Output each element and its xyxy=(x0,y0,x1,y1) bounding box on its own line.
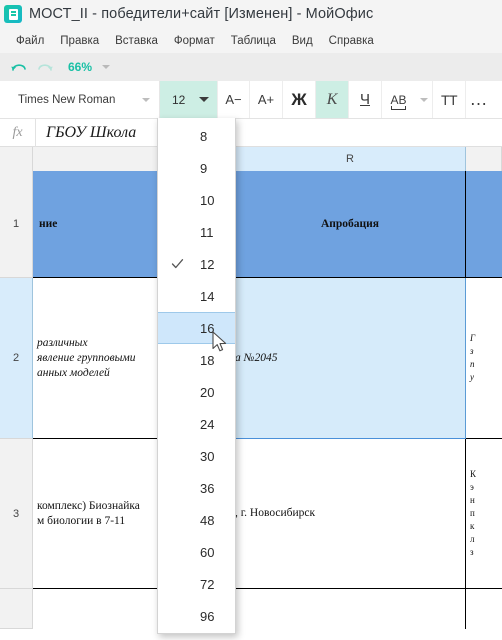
checkmark-icon xyxy=(171,258,184,271)
font-name-select[interactable]: Times New Roman xyxy=(0,81,160,118)
function-icon[interactable]: fx xyxy=(0,118,36,147)
italic-button[interactable]: К xyxy=(316,81,349,118)
cell-r3[interactable]: , г. Новосибирск xyxy=(235,439,466,589)
menu-table[interactable]: Таблица xyxy=(223,32,284,50)
font-size-option-label: 60 xyxy=(200,544,215,560)
font-size-option-11[interactable]: 11 xyxy=(158,216,235,248)
font-size-select[interactable]: 12 xyxy=(160,81,217,118)
caret-down-icon xyxy=(199,97,209,102)
formula-input[interactable]: ГБОУ Школа xyxy=(36,124,136,142)
font-size-option-14[interactable]: 14 xyxy=(158,280,235,312)
column-header-s[interactable] xyxy=(466,147,502,171)
cell-r2[interactable]: а №2045 xyxy=(235,278,466,439)
font-size-option-label: 12 xyxy=(200,256,215,272)
menu-file[interactable]: Файл xyxy=(8,32,52,50)
ellipsis-icon: … xyxy=(469,88,489,109)
font-size-option-label: 24 xyxy=(200,416,215,432)
font-name-label: Times New Roman xyxy=(18,93,116,106)
increase-font-size-button[interactable]: A+ xyxy=(250,81,283,118)
font-size-option-8[interactable]: 8 xyxy=(158,120,235,152)
cell-r1[interactable]: Апробация xyxy=(235,171,466,278)
spreadsheet-grid[interactable]: R 1 ние Апробация 2 различных явление гр… xyxy=(0,147,502,640)
row-header-2[interactable]: 2 xyxy=(0,278,33,439)
table-row: 3 комплекс) Биознайка м биологии в 7-11 … xyxy=(0,439,502,589)
bold-button[interactable]: Ж xyxy=(283,81,316,118)
cell-s1[interactable] xyxy=(466,171,502,278)
font-size-option-label: 9 xyxy=(200,160,208,176)
borders-button[interactable]: АВ xyxy=(382,81,415,118)
font-size-option-label: 10 xyxy=(200,192,215,208)
row-header-3[interactable]: 3 xyxy=(0,439,33,589)
menu-bar: Файл Правка Вставка Формат Таблица Вид С… xyxy=(0,28,502,53)
font-size-option-label: 8 xyxy=(200,128,208,144)
cell-r4[interactable] xyxy=(235,589,466,629)
myoffice-spreadsheet-icon xyxy=(4,5,22,23)
font-size-option-label: 72 xyxy=(200,576,215,592)
underline-button[interactable]: Ч xyxy=(349,81,382,118)
chevron-down-icon xyxy=(142,97,150,102)
menu-edit[interactable]: Правка xyxy=(52,32,107,50)
font-size-value: 12 xyxy=(172,92,186,107)
font-size-option-60[interactable]: 60 xyxy=(158,536,235,568)
font-size-option-20[interactable]: 20 xyxy=(158,376,235,408)
bold-label: Ж xyxy=(291,90,307,109)
menu-help[interactable]: Справка xyxy=(321,32,382,50)
font-size-option-label: 96 xyxy=(200,608,215,624)
menu-insert[interactable]: Вставка xyxy=(107,32,166,50)
font-size-option-9[interactable]: 9 xyxy=(158,152,235,184)
font-size-option-72[interactable]: 72 xyxy=(158,568,235,600)
window-title: МОСТ_II - победители+сайт [Изменен] - Мо… xyxy=(29,6,374,22)
font-size-option-12[interactable]: 12 xyxy=(158,248,235,280)
font-size-option-label: 16 xyxy=(200,320,215,336)
font-size-option-36[interactable]: 36 xyxy=(158,472,235,504)
font-size-option-18[interactable]: 18 xyxy=(158,344,235,376)
column-header-r[interactable]: R xyxy=(235,147,466,171)
title-bar: МОСТ_II - победители+сайт [Изменен] - Мо… xyxy=(0,0,502,28)
font-size-option-48[interactable]: 48 xyxy=(158,504,235,536)
redo-icon[interactable] xyxy=(32,56,58,78)
chevron-down-icon xyxy=(419,97,428,102)
increase-font-size-label: A+ xyxy=(257,92,275,107)
column-header-row: R xyxy=(0,147,502,171)
strikethrough-button[interactable]: TT xyxy=(433,81,466,118)
formula-bar: fx ГБОУ Школа xyxy=(0,118,502,147)
decrease-font-size-label: A− xyxy=(225,92,242,107)
borders-dropdown-arrow[interactable] xyxy=(415,81,433,118)
row-header-4[interactable] xyxy=(0,589,33,629)
select-all-corner[interactable] xyxy=(0,147,33,171)
font-size-option-label: 14 xyxy=(200,288,215,304)
font-size-option-16[interactable]: 16 xyxy=(158,312,235,344)
more-tools-button[interactable]: … xyxy=(466,81,492,118)
font-size-option-label: 48 xyxy=(200,512,215,528)
menu-view[interactable]: Вид xyxy=(284,32,321,50)
menu-format[interactable]: Формат xyxy=(166,32,223,50)
font-size-option-96[interactable]: 96 xyxy=(158,600,235,632)
font-size-option-label: 11 xyxy=(200,224,214,240)
font-size-option-24[interactable]: 24 xyxy=(158,408,235,440)
font-size-option-label: 30 xyxy=(200,448,215,464)
borders-label: АВ xyxy=(390,92,407,110)
format-toolbar: Times New Roman 12 A− A+ Ж К Ч АВ TT … xyxy=(0,81,502,119)
font-size-option-label: 36 xyxy=(200,480,215,496)
row-header-1[interactable]: 1 xyxy=(0,171,33,278)
decrease-font-size-button[interactable]: A− xyxy=(217,81,250,118)
cell-s2[interactable]: Г з п у xyxy=(466,278,502,439)
quick-access-bar: 66% xyxy=(0,53,502,81)
table-row: 1 ние Апробация xyxy=(0,171,502,278)
undo-icon[interactable] xyxy=(6,56,32,78)
cell-s4[interactable] xyxy=(466,589,502,629)
underline-label: Ч xyxy=(360,91,370,108)
table-row: 2 различных явление групповыми анных мод… xyxy=(0,278,502,439)
italic-label: К xyxy=(326,90,338,108)
cell-s3[interactable]: К э н п к л з xyxy=(466,439,502,589)
font-size-option-label: 20 xyxy=(200,384,215,400)
strikethrough-label: TT xyxy=(440,91,458,108)
zoom-level[interactable]: 66% xyxy=(68,60,92,74)
chevron-down-icon[interactable] xyxy=(102,65,111,69)
font-size-option-label: 18 xyxy=(200,352,215,368)
font-size-dropdown[interactable]: 8 9 10 11 12 14 16 18 20 24 30 36 48 60 … xyxy=(157,118,236,634)
font-size-option-10[interactable]: 10 xyxy=(158,184,235,216)
font-size-option-30[interactable]: 30 xyxy=(158,440,235,472)
table-row-partial xyxy=(0,589,502,629)
